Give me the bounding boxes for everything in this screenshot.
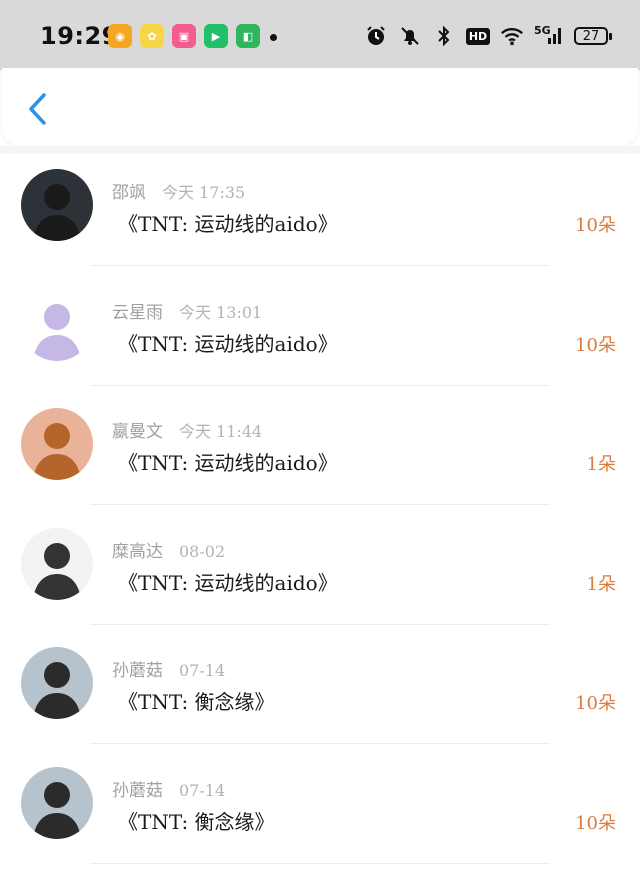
list-item[interactable]: 孙蘑菇 07-14 《TNT: 衡念缘》 10朵 [0, 752, 640, 872]
sender-name: 邵飒 [112, 183, 146, 203]
flower-count: 1朵 [586, 454, 616, 475]
bluetooth-icon [432, 24, 456, 48]
sender-name: 孙蘑菇 [112, 780, 163, 801]
notification-app-icons: ◉ ✿ ▣ ▶ ◧ [108, 24, 260, 48]
sender-meta: 云星雨 今天 13:01 [112, 298, 262, 323]
row-divider [90, 265, 550, 266]
battery-indicator: 27 [574, 27, 612, 45]
gift-time: 08-02 [179, 541, 226, 561]
header-divider [0, 146, 640, 154]
sunflower-app-icon: ✿ [140, 24, 164, 48]
gift-record-list: 邵飒 今天 17:35 《TNT: 运动线的aido》 10朵 云星雨 今天 13:01 《… [0, 154, 640, 871]
work-title[interactable]: 《TNT: 运动线的aido》 [118, 567, 338, 596]
sender-meta: 孙蘑菇 07-14 [112, 656, 225, 681]
hd-icon: HD [465, 24, 491, 48]
flower-count: 10朵 [575, 215, 616, 236]
flower-count: 10朵 [575, 334, 616, 356]
gift-time: 今天 11:44 [179, 422, 263, 441]
sender-name: 嬴曼文 [112, 422, 163, 442]
work-title[interactable]: 《TNT: 运动线的aido》 [118, 328, 338, 357]
system-icons: HD 5G 27 [364, 24, 612, 48]
gift-time: 今天 13:01 [179, 302, 263, 322]
sender-name: 糜高达 [112, 541, 163, 562]
user-avatar[interactable] [21, 288, 93, 361]
user-avatar[interactable] [21, 408, 93, 480]
wifi-icon [500, 24, 524, 48]
gift-time: 07-14 [179, 661, 226, 680]
list-item[interactable]: 邵飒 今天 17:35 《TNT: 运动线的aido》 10朵 [0, 154, 640, 274]
list-item[interactable]: 糜高达 08-02 《TNT: 运动线的aido》 1朵 [0, 513, 640, 633]
work-title[interactable]: 《TNT: 衡念缘》 [118, 806, 275, 835]
sender-meta: 孙蘑菇 07-14 [112, 776, 225, 801]
row-divider [90, 504, 550, 505]
row-divider [90, 743, 550, 744]
video-app-icon: ▶ [204, 24, 228, 48]
work-title[interactable]: 《TNT: 运动线的aido》 [118, 208, 338, 237]
hd-label: HD [465, 27, 491, 45]
list-item[interactable]: 孙蘑菇 07-14 《TNT: 衡念缘》 10朵 [0, 632, 640, 752]
row-divider [90, 384, 550, 386]
sender-meta: 糜高达 08-02 [112, 537, 225, 562]
row-divider [90, 623, 550, 625]
weibo-icon: ◉ [108, 24, 132, 48]
sender-name: 孙蘑菇 [112, 661, 163, 681]
flower-count: 1朵 [586, 573, 616, 595]
cell-signal-icon: 5G [534, 24, 564, 48]
row-divider [90, 862, 550, 864]
list-item[interactable]: 云星雨 今天 13:01 《TNT: 运动线的aido》 10朵 [0, 274, 640, 394]
gift-time: 今天 17:35 [162, 183, 246, 202]
flower-count: 10朵 [575, 812, 616, 834]
sender-meta: 嬴曼文 今天 11:44 [112, 417, 262, 442]
work-title[interactable]: 《TNT: 运动线的aido》 [118, 447, 338, 476]
flower-count: 10朵 [575, 693, 616, 714]
user-avatar[interactable] [21, 766, 93, 839]
sender-name: 云星雨 [112, 302, 163, 323]
mute-bell-icon [398, 24, 422, 48]
work-title[interactable]: 《TNT: 衡念缘》 [118, 686, 275, 715]
alarm-icon [364, 24, 388, 48]
sender-meta: 邵飒 今天 17:35 [112, 178, 245, 203]
shopping-app-icon: ◧ [236, 24, 260, 48]
back-arrow-icon[interactable] [24, 92, 52, 126]
status-bar: 19:29 ◉ ✿ ▣ ▶ ◧ HD 5G 27 [0, 0, 640, 70]
more-notifications-dot [270, 34, 277, 41]
user-avatar[interactable] [21, 169, 93, 241]
bilibili-icon: ▣ [172, 24, 196, 48]
user-avatar[interactable] [21, 647, 93, 719]
top-nav-bar [2, 68, 638, 146]
gift-time: 07-14 [179, 780, 226, 800]
user-avatar[interactable] [21, 527, 93, 600]
list-item[interactable]: 嬴曼文 今天 11:44 《TNT: 运动线的aido》 1朵 [0, 393, 640, 513]
